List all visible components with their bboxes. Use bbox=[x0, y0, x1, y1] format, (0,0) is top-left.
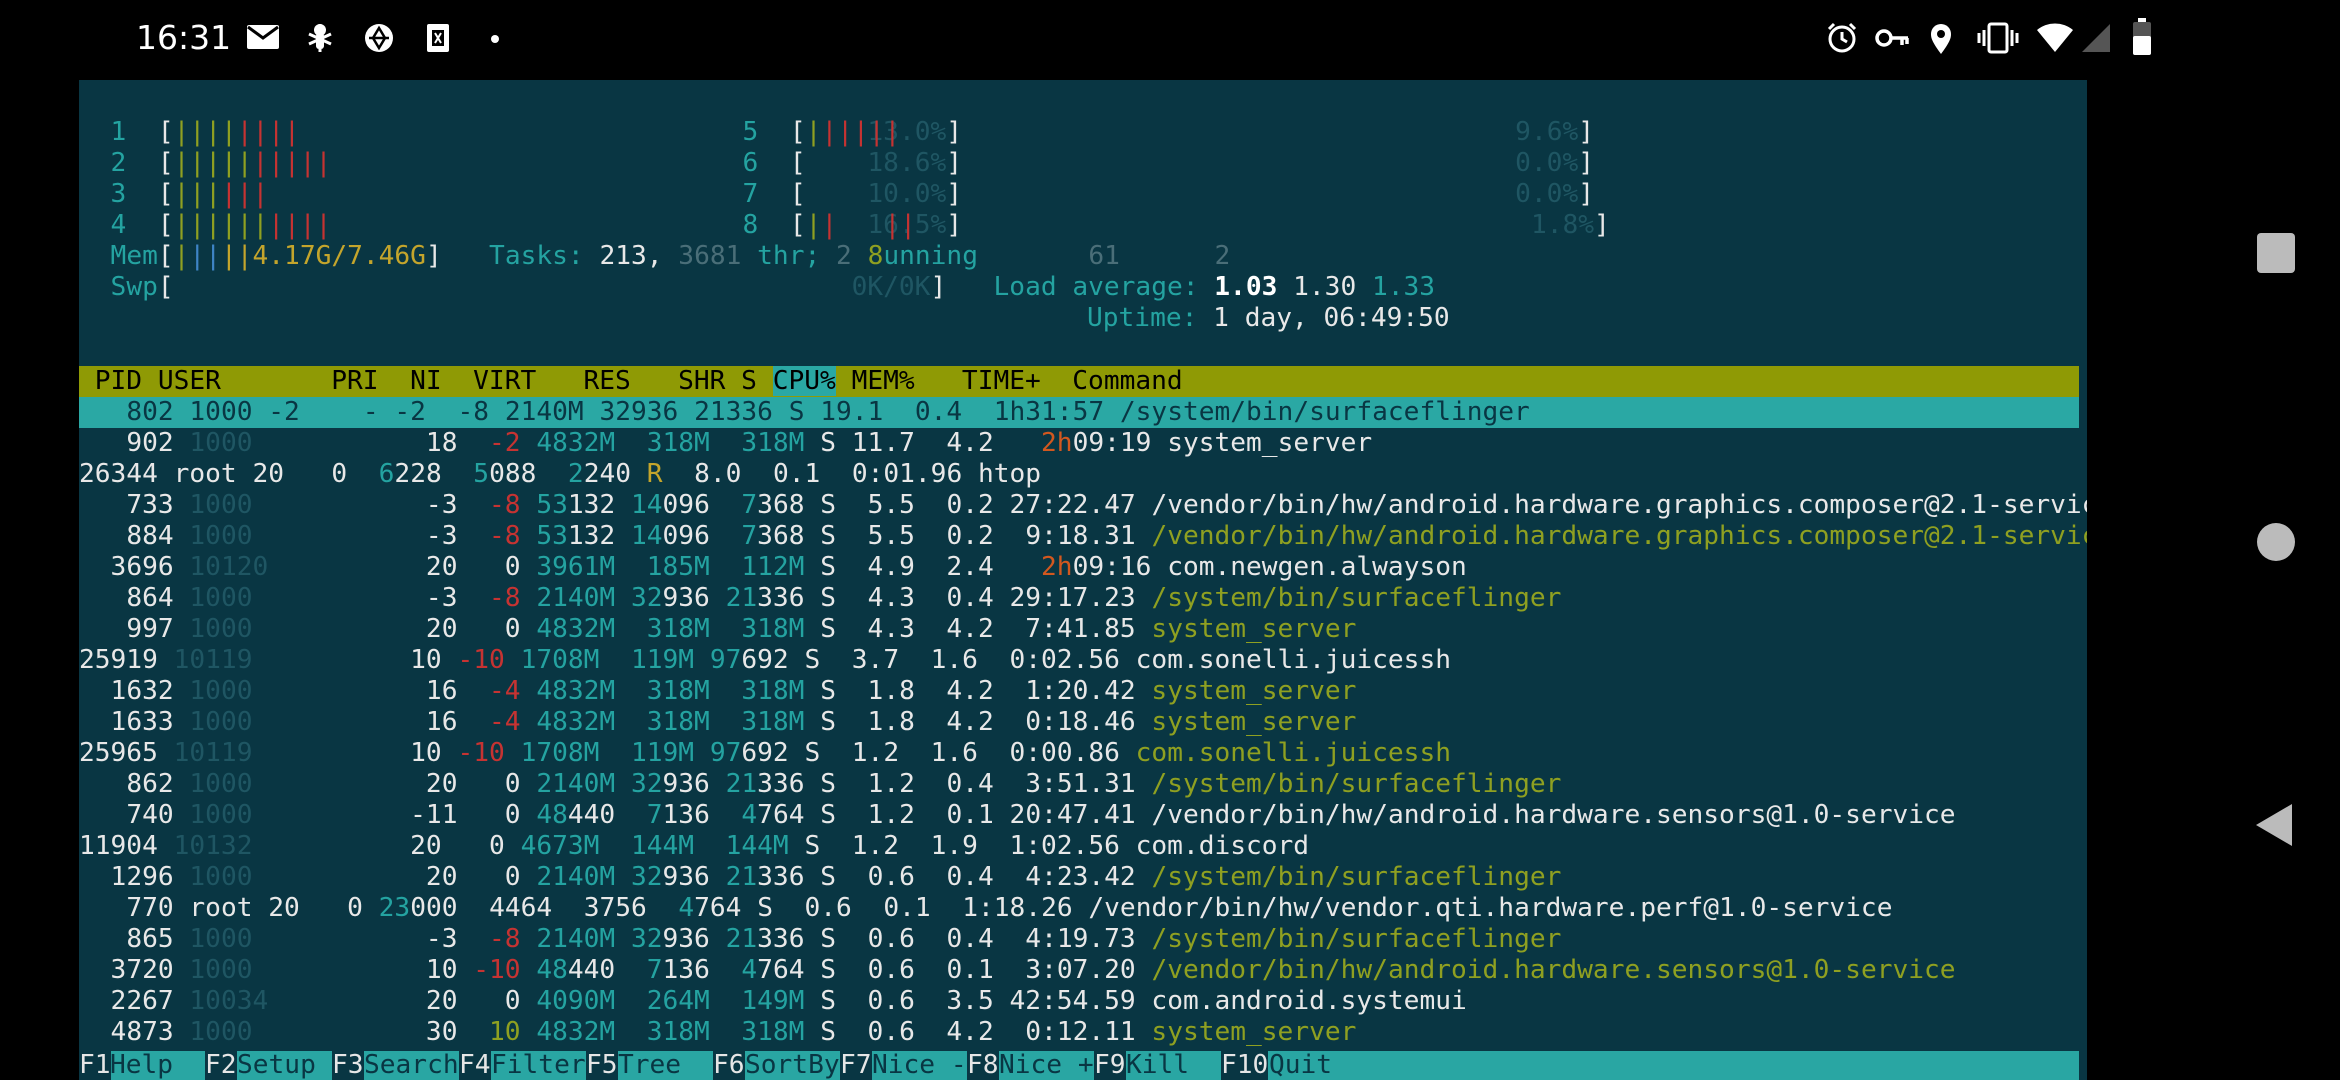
bug-icon bbox=[308, 24, 332, 52]
process-row[interactable]: 3720 1000 10 -10 48440 7136 4764 S 0.6 0… bbox=[79, 955, 2079, 986]
sim-card-icon bbox=[427, 24, 449, 52]
swap-meter: Swp[ 0K/0K] Load average: 1.03 1.30 1.33 bbox=[110, 272, 1436, 302]
mail-icon bbox=[247, 25, 279, 49]
process-row[interactable]: 865 1000 -3 -8 2140M 32936 21336 S 0.6 0… bbox=[79, 924, 2079, 955]
wifi-icon bbox=[2037, 23, 2073, 52]
alarm-icon bbox=[1827, 22, 1857, 53]
help-button[interactable]: Help bbox=[110, 1051, 205, 1080]
vibrate-icon bbox=[1977, 22, 2019, 54]
signal-icon bbox=[2082, 24, 2110, 52]
htop-terminal[interactable]: 1 [|||||||| 13.0%] 2 [|||||||||| 18.6%] … bbox=[79, 80, 2087, 1080]
column-header[interactable]: PID USER PRI NI VIRT RES SHR S CPU% MEM%… bbox=[79, 366, 2079, 397]
pinwheel-icon bbox=[365, 24, 393, 52]
process-row[interactable]: 902 1000 18 -2 4832M 318M 318M S 11.7 4.… bbox=[79, 428, 2079, 459]
kill-button[interactable]: Kill bbox=[1126, 1051, 1221, 1080]
process-row[interactable]: 862 1000 20 0 2140M 32936 21336 S 1.2 0.… bbox=[79, 769, 2079, 800]
tree-button[interactable]: Tree bbox=[618, 1051, 713, 1080]
process-row[interactable]: 26344 root 20 0 6228 5088 2240 R 8.0 0.1… bbox=[79, 459, 2079, 490]
cpu-meter-8: 8 [|| || 1.8%] bbox=[742, 210, 1610, 240]
status-time: 16:31 bbox=[136, 18, 232, 57]
process-row[interactable]: 25919 10119 10 -10 1708M 119M 97692 S 3.… bbox=[79, 645, 2079, 676]
f5-key[interactable]: F5 bbox=[586, 1051, 618, 1080]
process-row[interactable]: 11904 10132 20 0 4673M 144M 144M S 1.2 1… bbox=[79, 831, 2079, 862]
mem-meter: Mem[|||||4.17G/7.46G] Tasks: 213, 3681 t… bbox=[110, 241, 1231, 271]
process-row[interactable]: 864 1000 -3 -8 2140M 32936 21336 S 4.3 0… bbox=[79, 583, 2079, 614]
process-row[interactable]: 25965 10119 10 -10 1708M 119M 97692 S 1.… bbox=[79, 738, 2079, 769]
cpu-meter-6: 6 [ 0.0%] bbox=[742, 148, 1594, 178]
process-row[interactable]: 733 1000 -3 -8 53132 14096 7368 S 5.5 0.… bbox=[79, 490, 2087, 521]
uptime-meter: Uptime: 1 day, 06:49:50 bbox=[1087, 303, 1450, 333]
f10-key[interactable]: F10 bbox=[1221, 1051, 1269, 1080]
search-button[interactable]: Search bbox=[364, 1051, 459, 1080]
f9-key[interactable]: F9 bbox=[1094, 1051, 1126, 1080]
nice-minus-button[interactable]: Nice - bbox=[872, 1051, 967, 1080]
process-row[interactable]: 997 1000 20 0 4832M 318M 318M S 4.3 4.2 … bbox=[79, 614, 2079, 645]
sort-column-cpu: CPU% bbox=[772, 366, 836, 396]
home-icon[interactable] bbox=[2256, 522, 2296, 562]
cpu-meter-5: 5 [|||||| 9.6%] bbox=[742, 117, 1595, 147]
process-row[interactable]: 1633 1000 16 -4 4832M 318M 318M S 1.8 4.… bbox=[79, 707, 2079, 738]
recents-icon[interactable] bbox=[2256, 232, 2296, 274]
battery-icon bbox=[2133, 18, 2151, 55]
process-row[interactable]: 740 1000 -11 0 48440 7136 4764 S 1.2 0.1… bbox=[79, 800, 2079, 831]
f1-key[interactable]: F1 bbox=[79, 1051, 111, 1080]
f4-key[interactable]: F4 bbox=[459, 1051, 491, 1080]
process-row[interactable]: 884 1000 -3 -8 53132 14096 7368 S 5.5 0.… bbox=[79, 521, 2087, 552]
sortby-button[interactable]: SortBy bbox=[745, 1051, 840, 1080]
process-row[interactable]: 770 root 20 0 23000 4464 3756 4764 S 0.6… bbox=[79, 893, 2079, 924]
process-row[interactable]: 802 1000 -2 - -2 -8 2140M 32936 21336 S … bbox=[79, 397, 2079, 428]
back-icon[interactable] bbox=[2254, 802, 2294, 848]
nice-plus-button[interactable]: Nice + bbox=[999, 1051, 1094, 1080]
quit-button[interactable]: Quit bbox=[1269, 1051, 1332, 1080]
f7-key[interactable]: F7 bbox=[840, 1051, 872, 1080]
process-row[interactable]: 3696 10120 20 0 3961M 185M 112M S 4.9 2.… bbox=[79, 552, 2079, 583]
f6-key[interactable]: F6 bbox=[713, 1051, 745, 1080]
process-row[interactable]: 4873 1000 30 10 4832M 318M 318M S 0.6 4.… bbox=[79, 1017, 2079, 1048]
location-icon bbox=[1931, 24, 1951, 54]
setup-button[interactable]: Setup bbox=[237, 1051, 332, 1080]
f2-key[interactable]: F2 bbox=[205, 1051, 237, 1080]
status-bar: 16:31 bbox=[0, 0, 2340, 80]
cpu-meter-7: 7 [ 0.0%] bbox=[742, 179, 1594, 209]
process-row[interactable]: 2267 10034 20 0 4090M 264M 149M S 0.6 3.… bbox=[79, 986, 2079, 1017]
process-row[interactable]: 1296 1000 20 0 2140M 32936 21336 S 0.6 0… bbox=[79, 862, 2079, 893]
dot-icon bbox=[491, 35, 499, 43]
f8-key[interactable]: F8 bbox=[967, 1051, 999, 1080]
key-icon bbox=[1875, 29, 1909, 47]
f3-key[interactable]: F3 bbox=[332, 1051, 364, 1080]
filter-button[interactable]: Filter bbox=[491, 1051, 586, 1080]
process-row[interactable]: 1632 1000 16 -4 4832M 318M 318M S 1.8 4.… bbox=[79, 676, 2079, 707]
